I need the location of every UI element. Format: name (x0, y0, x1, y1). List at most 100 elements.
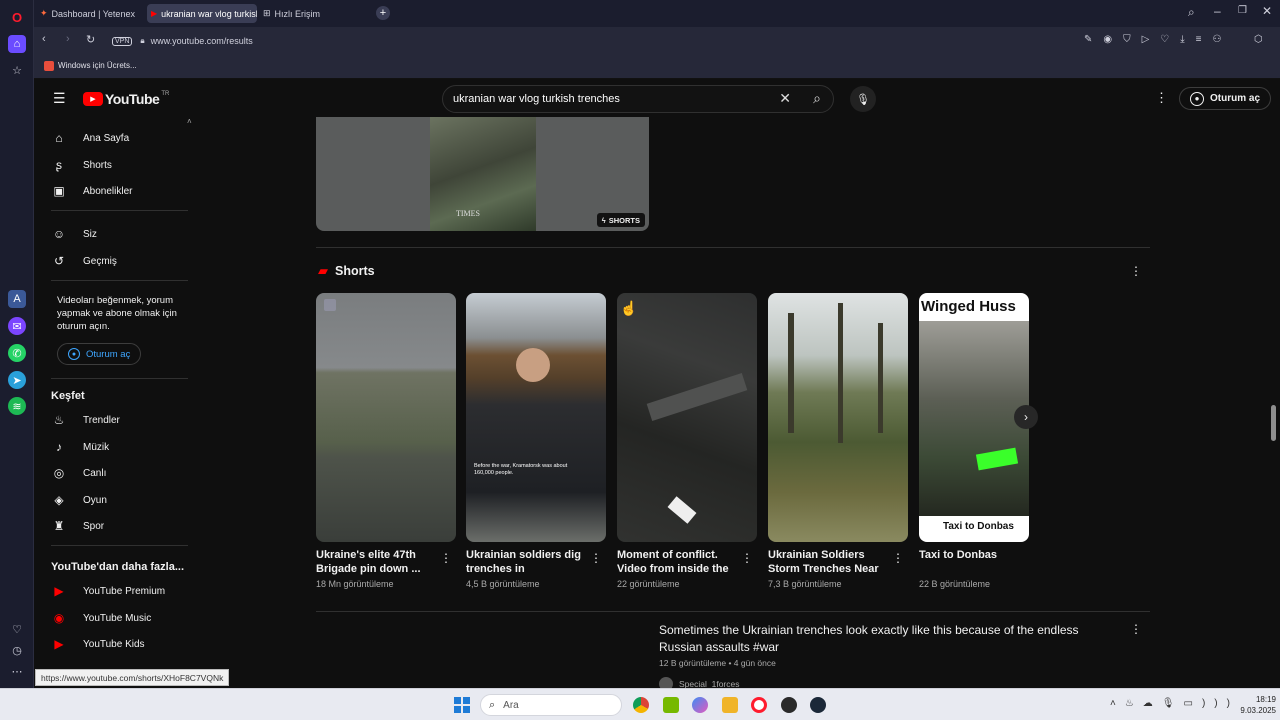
address-bar: ‹ › ↻ VPN 🔒︎ www.youtube.com/results ✎◉⛉… (34, 27, 1280, 55)
tree-image (878, 323, 883, 433)
sidebar-item-music[interactable]: ♪ Müzik (51, 436, 191, 458)
youtube-sidebar: ˄ ⌂ Ana Sayfa ʂ Shorts ▣ Abonelikler ☺ Siz ↺… (35, 117, 192, 688)
thumbnail-caption: Taxi to Donbas (943, 521, 1014, 532)
back-icon[interactable]: ‹ (42, 33, 46, 45)
forward-icon[interactable]: › (66, 33, 70, 45)
clock-icon[interactable]: ◷ (8, 641, 26, 659)
shorts-views: 22 görüntüleme (617, 579, 680, 589)
sidebar-item-music-app[interactable]: ◉ YouTube Music (51, 607, 191, 629)
system-tray-icons[interactable]: ˄♨☁🎙︎▭))) (1110, 698, 1239, 709)
whatsapp-icon[interactable]: ✆ (8, 344, 26, 362)
clock[interactable]: 18:19 9.03.2025 (1232, 694, 1276, 716)
clock-time: 18:19 (1255, 695, 1276, 704)
shelf-menu-icon[interactable]: ⋮ (1130, 264, 1142, 278)
tab-speed-dial[interactable]: ⊞ Hızlı Erişim (259, 4, 339, 23)
search-input[interactable]: ukranian war vlog turkish trenches ✕ ⌕ (442, 85, 834, 113)
chrome-icon[interactable] (633, 697, 649, 713)
bookmark-item[interactable]: Windows için Ücrets... (58, 61, 137, 70)
youtube-logo[interactable]: ▶ YouTube TR (83, 91, 169, 107)
telegram-icon[interactable]: ➤ (8, 371, 26, 389)
sidebar-signin-button[interactable]: ● Oturum aç (57, 343, 142, 365)
shorts-card[interactable]: Ukrainian Soldiers Storm Trenches Near .… (768, 293, 908, 589)
shorts-card[interactable]: Before the war, Kramatorsk was about 160… (466, 293, 606, 589)
youtube-kids-icon: ▶ (54, 637, 64, 651)
shorts-icon: ϟ (601, 215, 606, 225)
video-menu-icon[interactable]: ⋮ (1130, 622, 1142, 636)
sidebar-item-sports[interactable]: ♜ Spor (51, 515, 191, 537)
shorts-title: Ukrainian Soldiers Storm Trenches Near .… (768, 549, 879, 575)
tab-dashboard[interactable]: ✦ Dashboard | Yetenex (36, 4, 144, 23)
aria-icon[interactable]: A (8, 290, 26, 308)
sidebar-item-live[interactable]: ◎ Canlı (51, 462, 191, 484)
sidebar-item-label: Ana Sayfa (83, 132, 130, 144)
video-title[interactable]: Sometimes the Ukrainian trenches look ex… (659, 622, 1099, 656)
top-result-thumbnail[interactable]: TIMES ϟ SHORTS (316, 117, 649, 231)
extensions-icon[interactable]: ⬡ (1254, 34, 1263, 45)
sidebar-item-label: Canlı (83, 467, 107, 479)
tab-search-icon[interactable]: ⌕ (1188, 5, 1195, 20)
sidebar-item-label: Geçmiş (83, 255, 117, 267)
toolbar-icons[interactable]: ✎◉⛉▷♡⤓≡⚇ (1084, 34, 1232, 45)
sidebar-item-home[interactable]: ⌂ Ana Sayfa (51, 127, 191, 149)
restore-button[interactable]: ❐ (1238, 5, 1247, 16)
trench-board-image (646, 372, 748, 422)
clear-search-icon[interactable]: ✕ (779, 90, 791, 107)
youtube-header: ☰ ▶ YouTube TR ukranian war vlog turkish… (35, 79, 1280, 117)
taskbar-search[interactable]: ⌕ Ara (480, 694, 622, 716)
heart-icon[interactable]: ♡ (8, 620, 26, 638)
sidebar-item-label: YouTube Kids (83, 638, 145, 650)
spotify-icon[interactable]: ≋ (8, 397, 26, 415)
sidebar-item-gaming[interactable]: ◈ Oyun (51, 489, 191, 511)
sidebar-item-premium[interactable]: ▶ YouTube Premium (51, 580, 191, 602)
star-icon[interactable]: ☆ (8, 61, 26, 79)
shorts-menu-icon[interactable]: ⋮ (590, 551, 602, 565)
bookmarks-bar: Windows için Ücrets... (34, 55, 1280, 79)
next-arrow-button[interactable]: › (1014, 405, 1038, 429)
page-scrollbar[interactable] (1271, 405, 1276, 441)
microphone-icon[interactable]: 🎙︎ (850, 86, 876, 112)
sidebar-item-you[interactable]: ☺ Siz (51, 223, 191, 245)
shorts-menu-icon[interactable]: ⋮ (741, 551, 753, 565)
sidebar-item-subscriptions[interactable]: ▣ Abonelikler (51, 180, 191, 202)
sidebar-item-trending[interactable]: ♨ Trendler (51, 409, 191, 431)
shorts-menu-icon[interactable]: ⋮ (440, 551, 452, 565)
signin-button[interactable]: ● Oturum aç (1179, 87, 1272, 110)
trending-icon: ♨ (53, 413, 65, 427)
more-icon[interactable]: ⋯ (8, 662, 26, 680)
reload-icon[interactable]: ↻ (86, 33, 95, 46)
shorts-views: 7,3 B görüntüleme (768, 579, 842, 589)
nvidia-icon[interactable] (663, 697, 679, 713)
settings-menu-icon[interactable]: ⋮ (1155, 90, 1168, 106)
tab-label: ukranian war vlog turkish (161, 8, 257, 19)
windows-start-icon[interactable] (454, 697, 470, 713)
vpn-badge[interactable]: VPN (112, 36, 133, 46)
sidebar-item-shorts[interactable]: ʂ Shorts (51, 154, 191, 176)
close-window-button[interactable]: ✕ (1262, 4, 1272, 18)
opera-taskbar-icon[interactable] (751, 697, 767, 713)
sidebar-item-kids[interactable]: ▶ YouTube Kids (51, 633, 191, 655)
home-icon[interactable]: ⌂ (8, 35, 26, 53)
shorts-card[interactable]: Moment of conflict. Video from inside th… (617, 293, 757, 589)
url-field[interactable]: VPN 🔒︎ www.youtube.com/results (104, 31, 1244, 51)
sidebar-item-history[interactable]: ↺ Geçmiş (51, 250, 191, 272)
search-icon[interactable]: ⌕ (813, 90, 821, 107)
shorts-card[interactable]: Ukraine's elite 47th Brigade pin down ..… (316, 293, 456, 589)
steam-icon[interactable] (810, 697, 826, 713)
shorts-card[interactable]: Winged Huss Taxi to Donbas Taxi to Donba… (919, 293, 1029, 589)
tab-youtube[interactable]: ▶ ukranian war vlog turkish (147, 4, 257, 23)
copilot-icon[interactable] (692, 697, 708, 713)
new-tab-button[interactable]: + (376, 6, 390, 20)
shorts-menu-icon[interactable]: ⋮ (892, 551, 904, 565)
tree-image (838, 303, 843, 443)
youtube-premium-icon: ▶ (54, 584, 64, 598)
scroll-up-icon[interactable]: ˄ (187, 117, 192, 126)
opera-logo-icon[interactable]: O (8, 8, 26, 26)
channel-row[interactable]: Special_1forces (659, 677, 739, 688)
minimize-button[interactable]: – (1214, 4, 1221, 18)
opera-gx-icon[interactable] (781, 697, 797, 713)
home-icon: ⌂ (55, 131, 63, 145)
menu-icon[interactable]: ☰ (53, 90, 66, 107)
messenger-icon[interactable]: ✉ (8, 317, 26, 335)
file-explorer-icon[interactable] (722, 697, 738, 713)
search-icon: ⌕ (489, 698, 496, 711)
